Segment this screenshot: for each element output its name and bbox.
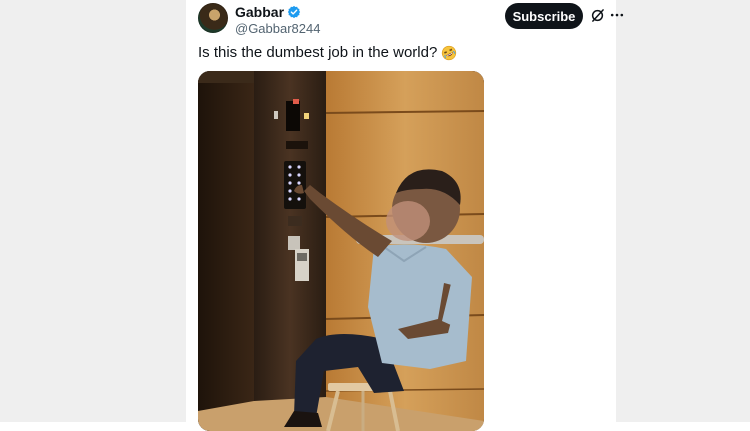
subscribe-button[interactable]: Subscribe — [505, 3, 583, 29]
author-display-name[interactable]: Gabbar — [235, 4, 284, 20]
verified-badge-icon — [287, 5, 301, 19]
author-name-row: Gabbar — [235, 4, 301, 20]
tweet-media[interactable] — [198, 71, 484, 431]
elevator-photo — [198, 71, 484, 431]
more-options-icon[interactable] — [610, 8, 624, 22]
left-background — [0, 0, 186, 422]
tweet-text-content: Is this the dumbest job in the world? — [198, 44, 438, 61]
avatar[interactable] — [198, 3, 228, 33]
right-background — [616, 0, 750, 422]
tweet-text: Is this the dumbest job in the world? — [198, 44, 457, 61]
grok-icon[interactable] — [590, 8, 605, 23]
rofl-emoji-icon — [441, 45, 457, 61]
author-handle[interactable]: @Gabbar8244 — [235, 21, 320, 36]
post: Gabbar @Gabbar8244 Subscribe Is this the… — [186, 0, 624, 431]
